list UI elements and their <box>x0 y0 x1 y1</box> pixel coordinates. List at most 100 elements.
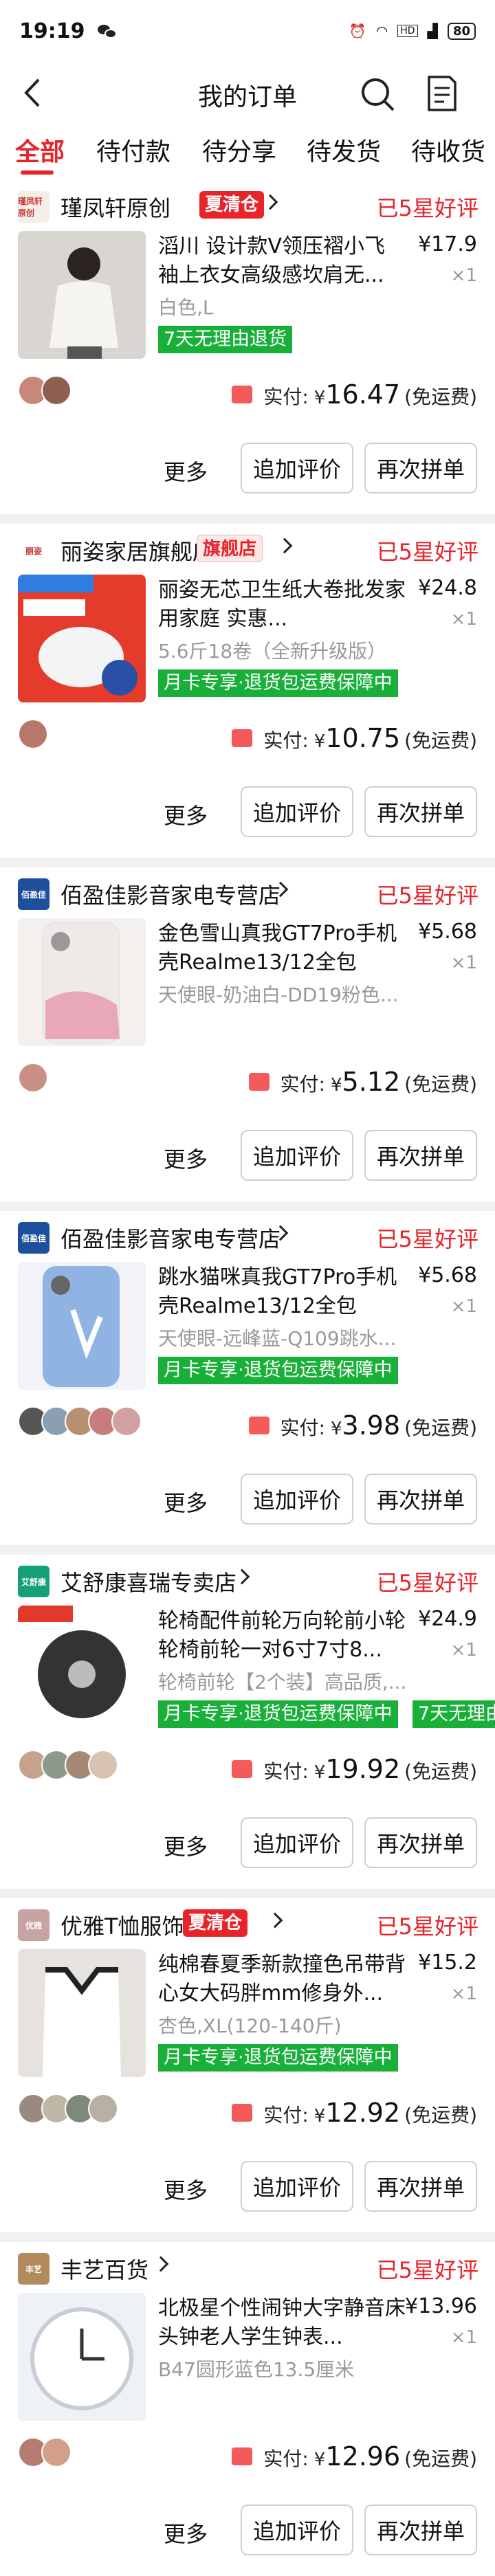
chevron-right-icon[interactable] <box>267 1912 283 1929</box>
chevron-right-icon[interactable] <box>262 194 278 210</box>
shipping-note: (免运费) <box>404 2447 477 2470</box>
chevron-right-icon[interactable] <box>234 1568 250 1585</box>
rebuy-button[interactable]: 再次拼单 <box>364 443 477 493</box>
product-image[interactable] <box>18 1949 146 2077</box>
rebuy-button[interactable]: 再次拼单 <box>364 2161 477 2212</box>
product-thumbnail[interactable] <box>18 231 146 359</box>
search-icon[interactable] <box>359 76 396 113</box>
tab-pending-ship[interactable]: 待发货 <box>307 132 381 168</box>
rebuy-button[interactable]: 再次拼单 <box>364 1130 477 1181</box>
tab-pending-receive[interactable]: 待收货 <box>411 132 485 168</box>
product-title[interactable]: 金色雪山真我GT7Pro手机壳Realme13/12全包v11... <box>158 920 406 977</box>
product-title[interactable]: 轮椅配件前轮万向轮前小轮轮椅前轮一对6寸7寸8... <box>158 1607 406 1665</box>
shop-name[interactable]: 佰盈佳影音家电专营店 <box>60 878 280 910</box>
tab-pending-share[interactable]: 待分享 <box>202 132 276 168</box>
product-image[interactable] <box>18 2293 146 2421</box>
add-review-button[interactable]: 追加评价 <box>241 786 353 837</box>
product-thumbnail[interactable] <box>18 575 146 702</box>
coupon-icon <box>232 2447 253 2465</box>
order-card[interactable]: 佰盈佳 佰盈佳影音家电专营店 已5星好评 金色雪山真我GT7Pro手机壳Realme1… <box>0 867 495 1201</box>
product-title[interactable]: 纯棉春夏季新款撞色吊带背心女大码胖mm修身外... <box>158 1951 406 2008</box>
order-card[interactable]: 佰盈佳 佰盈佳影音家电专营店 已5星好评跳水猫咪真我GT7Pro手机壳Realme1… <box>0 1211 495 1545</box>
chevron-right-icon[interactable] <box>153 2256 169 2272</box>
order-actions: 更多 追加评价 再次拼单 <box>0 2505 495 2555</box>
product-image[interactable] <box>18 1606 146 1733</box>
add-review-button[interactable]: 追加评价 <box>241 1130 353 1181</box>
order-actions: 更多 追加评价 再次拼单 <box>0 1474 495 1524</box>
service-badge: 月卡专享·退货包运费保障中 <box>158 1700 398 1728</box>
shop-name[interactable]: 优雅T恤服饰 <box>60 1909 184 1941</box>
buyer-avatars <box>18 1406 142 1436</box>
shop-logo[interactable]: 瑾凤轩原创 <box>18 191 50 223</box>
more-button[interactable]: 更多 <box>164 799 208 830</box>
paid-amount: 12.92 <box>325 2098 401 2128</box>
more-button[interactable]: 更多 <box>164 2517 208 2549</box>
shop-name[interactable]: 丰艺百货 <box>60 2253 148 2285</box>
rebuy-button[interactable]: 再次拼单 <box>364 1474 477 1524</box>
product-spec: 5.6斤18卷（全新升级版） <box>158 640 387 663</box>
tab-pending-payment[interactable]: 待付款 <box>96 132 170 168</box>
product-quantity: ×1 <box>450 953 477 973</box>
currency-symbol: ¥ <box>314 1762 326 1783</box>
shop-name[interactable]: 艾舒康喜瑞专卖店 <box>60 1566 236 1597</box>
product-title[interactable]: 跳水猫咪真我GT7Pro手机壳Realme13/12全包v11... <box>158 1263 406 1321</box>
buyer-avatars <box>18 375 72 406</box>
add-review-button[interactable]: 追加评价 <box>241 2505 353 2555</box>
shop-logo[interactable]: 丽姿 <box>18 535 50 566</box>
chevron-right-icon[interactable] <box>276 537 293 554</box>
shop-logo[interactable]: 优雅 <box>18 1909 50 1941</box>
shop-logo[interactable]: 丰艺 <box>18 2253 50 2285</box>
add-review-button[interactable]: 追加评价 <box>241 2161 353 2212</box>
service-badge: 月卡专享·退货包运费保障中 <box>158 669 398 697</box>
shop-logo[interactable]: 佰盈佳 <box>18 1222 50 1254</box>
product-image[interactable] <box>18 575 146 702</box>
currency-symbol: ¥ <box>314 2106 326 2127</box>
rebuy-button[interactable]: 再次拼单 <box>364 2505 477 2555</box>
more-button[interactable]: 更多 <box>164 455 208 487</box>
product-image[interactable] <box>18 1262 146 1390</box>
shop-name[interactable]: 佰盈佳影音家电专营店 <box>60 1222 280 1254</box>
shop-name[interactable]: 瑾凤轩原创 <box>60 191 170 223</box>
product-thumbnail[interactable] <box>18 918 146 1046</box>
product-title[interactable]: 滔川 设计款V领压褶小飞袖上衣女高级感坎肩无... <box>158 232 406 290</box>
product-thumbnail[interactable] <box>18 1606 146 1733</box>
shipping-note: (免运费) <box>404 1417 477 1439</box>
order-filter-icon[interactable] <box>424 74 461 113</box>
product-thumbnail[interactable] <box>18 2293 146 2421</box>
product-price: ¥17.9 <box>418 232 477 256</box>
more-button[interactable]: 更多 <box>164 1830 208 1861</box>
product-price: ¥24.9 <box>418 1607 477 1631</box>
rebuy-button[interactable]: 再次拼单 <box>364 1817 477 1868</box>
tab-all[interactable]: 全部 <box>15 132 65 168</box>
product-title[interactable]: 丽姿无芯卫生纸大卷批发家用家庭 实惠... <box>158 576 406 634</box>
product-price: ¥13.96 <box>405 2294 477 2318</box>
add-review-button[interactable]: 追加评价 <box>241 443 353 493</box>
rebuy-button[interactable]: 再次拼单 <box>364 786 477 837</box>
avatar <box>88 1750 118 1780</box>
shop-logo[interactable]: 佰盈佳 <box>18 878 50 910</box>
order-card[interactable]: 丽姿 丽姿家居旗舰店 旗舰店 已5星好评 丽姿无芯卫生纸大卷批发家用家庭 实惠... ¥2… <box>0 524 495 858</box>
product-quantity: ×1 <box>450 265 477 286</box>
order-card[interactable]: 瑾凤轩原创 瑾凤轩原创 夏清仓 已5星好评 滔川 设计款V领压褶小飞袖上衣女高级感坎肩无… <box>0 180 495 514</box>
product-thumbnail[interactable] <box>18 1949 146 2077</box>
more-button[interactable]: 更多 <box>164 1142 208 1174</box>
add-review-button[interactable]: 追加评价 <box>241 1817 353 1868</box>
shop-logo[interactable]: 艾舒康 <box>18 1566 50 1597</box>
order-card[interactable]: 艾舒康 艾舒康喜瑞专卖店 已5星好评 轮椅配件前轮万向轮前小轮轮椅前轮一对6寸7寸8.… <box>0 1555 495 1889</box>
product-spec: 白色,L <box>158 296 214 319</box>
more-button[interactable]: 更多 <box>164 2173 208 2205</box>
more-button[interactable]: 更多 <box>164 1486 208 1518</box>
coupon-icon <box>248 1073 270 1091</box>
order-card[interactable]: 丰艺 丰艺百货 已5星好评 北极星个性闹钟大字静音床头钟老人学生钟表... ¥13.96… <box>0 2242 495 2576</box>
service-badge: 月卡专享·退货包运费保障中 <box>158 2044 398 2072</box>
add-review-button[interactable]: 追加评价 <box>241 1474 353 1524</box>
shop-name[interactable]: 丽姿家居旗舰店 <box>60 535 214 566</box>
product-thumbnail[interactable] <box>18 1262 146 1390</box>
shop-tag: 旗舰店 <box>197 535 263 562</box>
product-image[interactable] <box>18 918 146 1046</box>
order-status: 已5星好评 <box>376 1226 478 1252</box>
order-card[interactable]: 优雅 优雅T恤服饰 夏清仓 已5星好评 纯棉春夏季新款撞色吊带背心女大码胖mm修身外..… <box>0 1898 495 2232</box>
product-spec: 天使眼-远峰蓝-Q109跳水... <box>158 1327 397 1350</box>
product-title[interactable]: 北极星个性闹钟大字静音床头钟老人学生钟表... <box>158 2294 406 2352</box>
product-image[interactable] <box>18 231 146 359</box>
